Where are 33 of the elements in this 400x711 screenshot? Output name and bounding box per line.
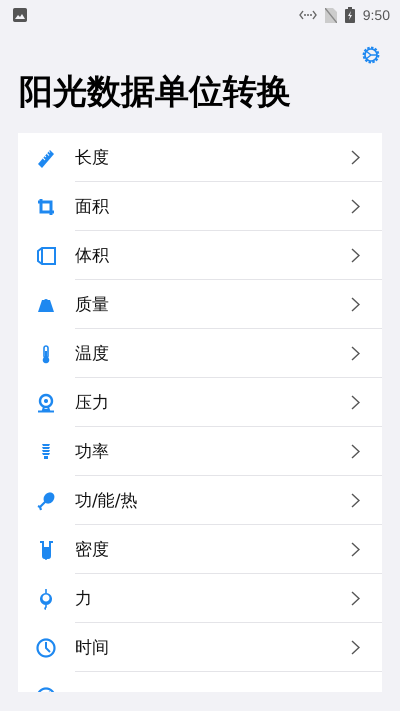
unit-category-item[interactable]: 功/能/热	[18, 476, 382, 525]
chevron-right-icon	[351, 346, 360, 360]
chevron-right-icon	[351, 590, 360, 606]
chevron-right-icon	[351, 248, 360, 262]
chevron-right-icon	[351, 394, 360, 410]
unit-category-item[interactable]: 温度	[18, 329, 382, 378]
unit-category-item[interactable]: 质量	[18, 280, 382, 329]
chevron-right-icon	[351, 198, 360, 214]
unit-category-item[interactable]: 体积	[18, 231, 382, 280]
chevron-right-icon	[351, 150, 360, 164]
pressure-gauge-icon	[35, 392, 57, 414]
unit-category-item[interactable]: 长度	[18, 133, 382, 182]
unit-category-item[interactable]: 力	[18, 574, 382, 623]
no-sim-icon	[324, 8, 337, 22]
unit-category-item[interactable]: 面积	[18, 182, 382, 231]
unit-category-item[interactable]: 时间	[18, 623, 382, 672]
chevron-right-icon	[351, 492, 360, 508]
chevron-right-icon	[351, 444, 360, 458]
battery-charging-icon	[344, 7, 355, 23]
chevron-right-icon	[351, 640, 360, 654]
data-transfer-icon	[298, 10, 317, 20]
app-title: 阳光数据单位转换	[18, 71, 292, 114]
chevron-right-icon	[351, 542, 360, 556]
clock-time: 9:50	[362, 7, 390, 23]
clock-icon	[35, 636, 57, 658]
settings-icon[interactable]	[360, 44, 382, 66]
unit-category-item[interactable]: 密度	[18, 525, 382, 574]
chevron-right-icon	[351, 296, 360, 312]
unit-category-item[interactable]: 功率	[18, 427, 382, 476]
unit-category-item[interactable]: 压力	[18, 378, 382, 427]
image-notification-icon	[13, 8, 27, 22]
drumstick-icon	[35, 490, 57, 512]
cube-icon	[35, 244, 57, 266]
